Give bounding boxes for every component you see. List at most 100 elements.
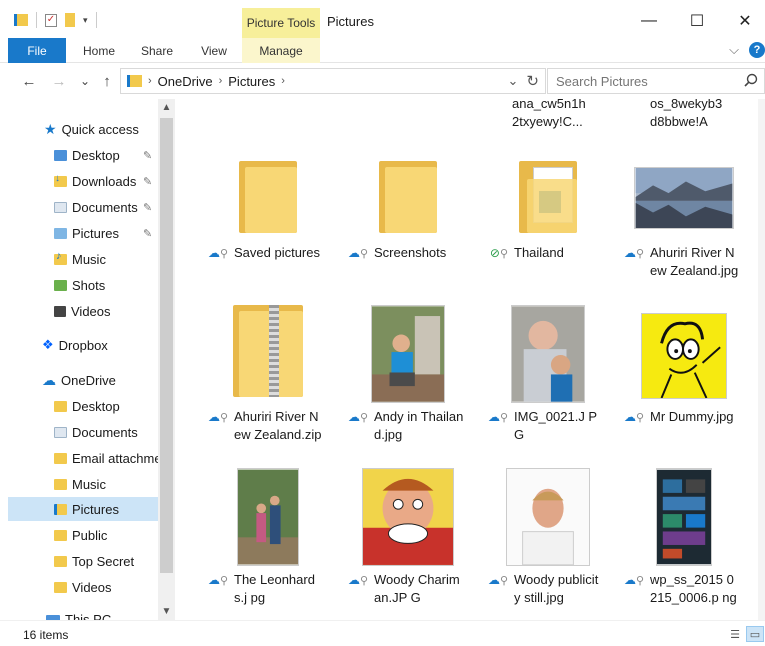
expand-ribbon-icon[interactable]: ⌵ <box>729 42 739 58</box>
folder-icon <box>54 452 67 464</box>
file-item-thailand[interactable]: ⊘⚲ Thailand <box>482 139 614 303</box>
file-list-scrollbar[interactable] <box>758 99 765 620</box>
scroll-up-arrow[interactable]: ▲ <box>158 99 175 116</box>
details-view-icon[interactable]: ☰ <box>726 626 744 642</box>
file-item-screenshots[interactable]: ☁⚲ Screenshots <box>342 139 474 303</box>
music-icon <box>54 250 67 265</box>
sidebar-item-documents[interactable]: Documents ✎ <box>8 195 158 219</box>
address-dropdown-icon[interactable]: ⌄ <box>508 73 519 89</box>
tab-share[interactable]: Share <box>134 38 180 63</box>
cloud-icon: ☁⚲ <box>347 246 368 260</box>
sidebar-item-onedrive-pictures[interactable]: Pictures <box>8 497 158 521</box>
folder-icon <box>54 555 67 567</box>
close-button[interactable]: ✕ <box>722 8 765 34</box>
sidebar-item-public[interactable]: Public <box>8 523 158 547</box>
breadcrumb-separator[interactable]: › <box>148 75 152 87</box>
breadcrumb-pictures[interactable]: Pictures <box>228 74 275 89</box>
zip-folder-icon <box>233 305 303 397</box>
scroll-down-arrow[interactable]: ▼ <box>158 603 175 620</box>
documents-icon <box>54 426 67 438</box>
scrollbar-thumb[interactable] <box>160 118 173 573</box>
tab-manage[interactable]: Manage <box>242 38 320 63</box>
cloud-icon: ☁⚲ <box>347 410 368 424</box>
folder-icon <box>54 581 67 593</box>
sidebar-item-dropbox[interactable]: ❖ Dropbox <box>8 333 158 357</box>
search-box[interactable] <box>547 68 765 94</box>
file-item-img-0021[interactable]: ☁⚲ IMG_0021.J PG <box>482 303 614 467</box>
file-item-saved-pictures[interactable]: ☁⚲ Saved pictures <box>202 139 334 303</box>
address-bar[interactable]: › OneDrive › Pictures › ⌄ ↻ <box>120 68 546 94</box>
properties-icon[interactable]: ✓ <box>45 13 57 27</box>
large-icons-view-icon[interactable]: ▭ <box>746 626 764 642</box>
file-item-woody-chariman[interactable]: ☁⚲ Woody Chariman.JP G <box>342 466 474 620</box>
file-item-the-leonhards[interactable]: ☁⚲ The Leonhards.j pg <box>202 466 334 620</box>
item-count: 16 items <box>23 628 69 642</box>
search-input[interactable] <box>556 73 741 89</box>
up-button[interactable]: ↑ <box>96 69 118 93</box>
sidebar-item-pictures[interactable]: Pictures ✎ <box>8 221 158 245</box>
sidebar-item-onedrive-documents[interactable]: Documents <box>8 420 158 444</box>
pin-icon: ✎ <box>143 175 153 188</box>
tab-view[interactable]: View <box>192 38 236 63</box>
cloud-icon: ☁⚲ <box>207 410 228 424</box>
sidebar-item-shots[interactable]: Shots <box>8 273 158 297</box>
sidebar-item-quick-access[interactable]: ★ Quick access <box>8 117 158 141</box>
sidebar-item-this-pc[interactable]: This PC <box>8 607 158 620</box>
maximize-button[interactable]: ☐ <box>674 8 720 34</box>
file-item-ahuriri-river-jpg[interactable]: ☁⚲ Ahuriri River New Zealand.jpg <box>618 139 750 303</box>
file-item-partial[interactable]: ana_cw5n1h 2txyewy!C... <box>512 99 602 131</box>
couple-photo-thumbnail <box>237 468 299 566</box>
pictures-icon <box>54 503 67 515</box>
folder-icon <box>54 149 67 161</box>
file-item-andy-in-thailand[interactable]: ☁⚲ Andy in Thailand.jpg <box>342 303 474 467</box>
sidebar-item-top-secret[interactable]: Top Secret <box>8 549 158 573</box>
navigation-bar: ← → ⌄ ↑ › OneDrive › Pictures › ⌄ ↻ <box>0 63 765 99</box>
tab-home[interactable]: Home <box>76 38 122 63</box>
tab-file[interactable]: File <box>8 38 66 63</box>
sidebar-item-downloads[interactable]: Downloads ✎ <box>8 169 158 193</box>
refresh-icon[interactable]: ↻ <box>526 72 539 90</box>
pictures-icon <box>54 227 67 239</box>
cloud-icon: ☁⚲ <box>623 246 644 260</box>
folder-app-icon <box>14 14 28 26</box>
sidebar-item-music[interactable]: Music <box>8 247 158 271</box>
file-item-mr-dummy[interactable]: ☁⚲ Mr Dummy.jpg <box>618 303 750 467</box>
sidebar-item-onedrive-music[interactable]: Music <box>8 472 158 496</box>
cloud-icon: ☁ <box>42 371 56 388</box>
new-folder-icon[interactable] <box>65 13 75 27</box>
recent-locations-button[interactable]: ⌄ <box>74 69 96 93</box>
sidebar-item-desktop[interactable]: Desktop ✎ <box>8 143 158 167</box>
breadcrumb-separator[interactable]: › <box>219 75 223 87</box>
forward-button[interactable]: → <box>48 69 70 93</box>
folder-icon <box>239 161 297 233</box>
portrait-photo-thumbnail <box>506 468 590 566</box>
cloud-icon: ☁⚲ <box>623 410 644 424</box>
cloud-icon: ☁⚲ <box>487 410 508 424</box>
synced-check-icon: ⊘⚲ <box>489 246 508 260</box>
illustration-thumbnail <box>362 468 454 566</box>
file-item-ahuriri-river-zip[interactable]: ☁⚲ Ahuriri River New Zealand.zip <box>202 303 334 467</box>
downloads-icon <box>54 173 67 187</box>
sidebar-item-onedrive-desktop[interactable]: Desktop <box>8 394 158 418</box>
navigation-pane-scrollbar[interactable]: ▲ ▼ <box>158 99 175 620</box>
file-item-wp-ss-png[interactable]: ☁⚲ wp_ss_2015 0215_0006.p ng <box>618 466 750 620</box>
sidebar-item-onedrive[interactable]: ☁ OneDrive <box>8 368 158 392</box>
sidebar-item-videos[interactable]: Videos <box>8 299 158 323</box>
file-item-woody-publicity-still[interactable]: ☁⚲ Woody publicity still.jpg <box>482 466 614 620</box>
qat-customize-icon[interactable]: ▾ <box>83 15 88 26</box>
pin-icon: ✎ <box>143 201 153 214</box>
file-list: ana_cw5n1h 2txyewy!C... os_8wekyb3 d8bbw… <box>190 99 758 620</box>
landscape-photo-thumbnail <box>634 167 734 229</box>
sidebar-item-email-attachments[interactable]: Email attachme <box>8 446 158 470</box>
cloud-icon: ☁⚲ <box>623 573 644 587</box>
sidebar-item-onedrive-videos[interactable]: Videos <box>8 575 158 599</box>
help-icon[interactable]: ? <box>749 42 765 58</box>
minimize-button[interactable]: — <box>626 8 672 34</box>
breadcrumb-separator[interactable]: › <box>281 75 285 87</box>
cloud-icon: ☁⚲ <box>487 573 508 587</box>
file-item-partial[interactable]: os_8wekyb3 d8bbwe!A <box>650 99 740 131</box>
breadcrumb-onedrive[interactable]: OneDrive <box>158 74 213 89</box>
back-button[interactable]: ← <box>18 69 40 93</box>
navigation-pane: ★ Quick access Desktop ✎ Downloads ✎ Doc… <box>8 99 158 620</box>
picture-tools-context-tab: Picture Tools <box>242 8 320 38</box>
